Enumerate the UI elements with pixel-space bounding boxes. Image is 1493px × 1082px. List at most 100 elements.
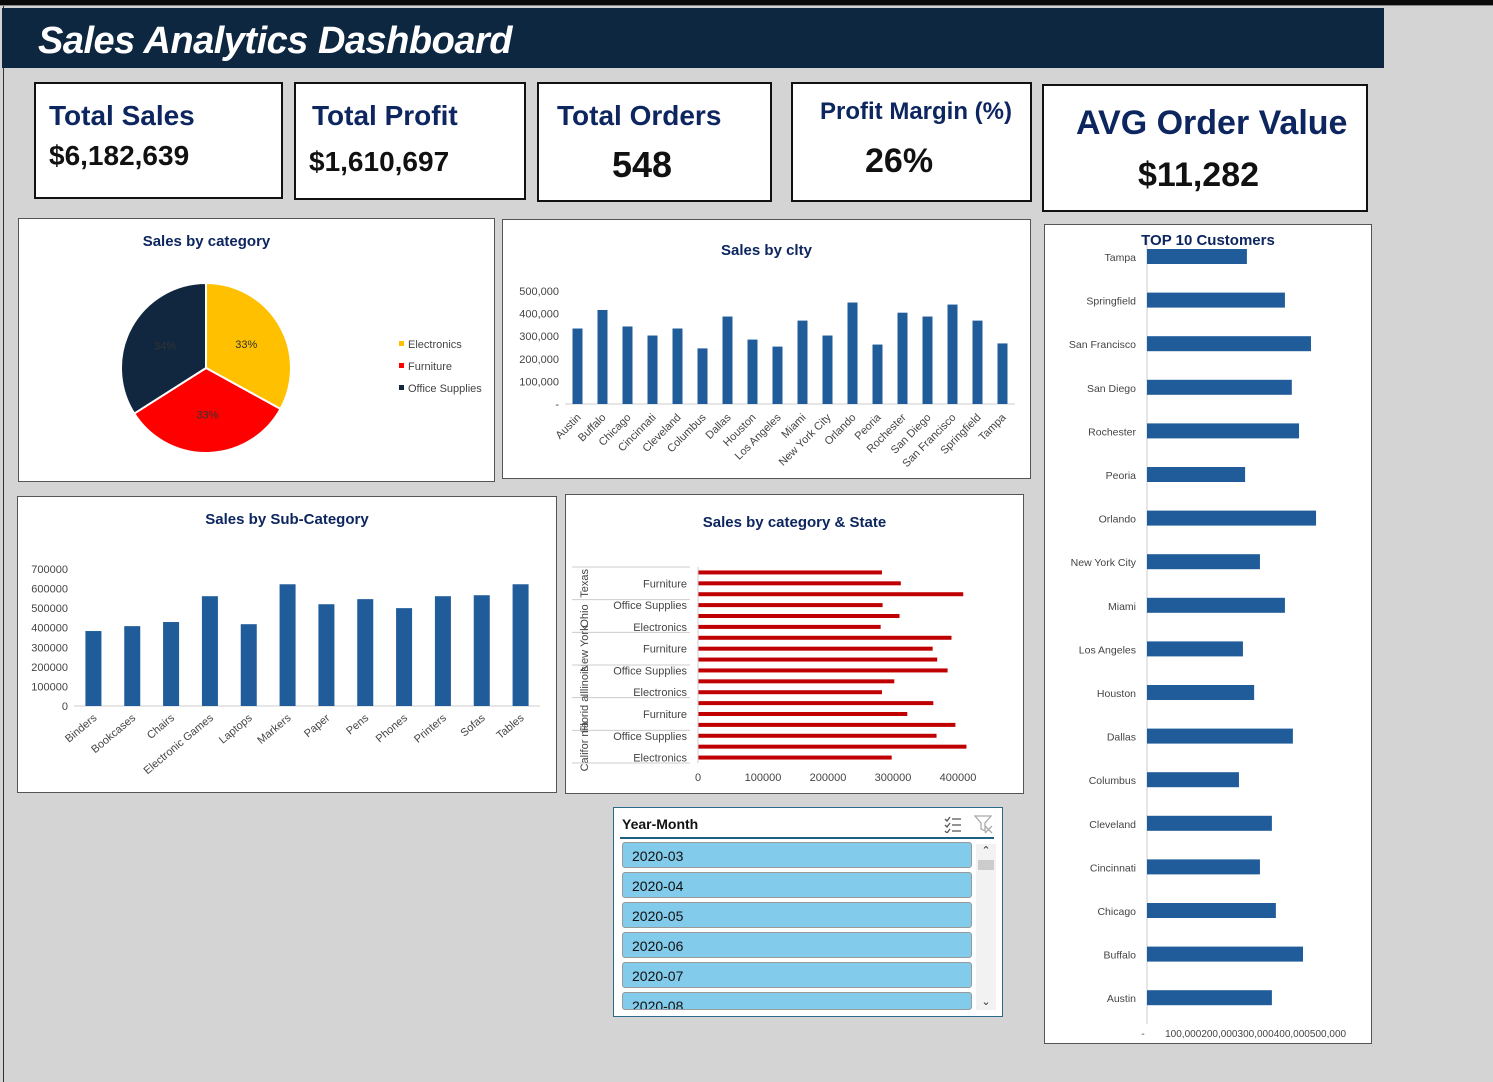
x-tick-label: Paper	[302, 712, 332, 740]
slicer-item[interactable]: 2020-04	[622, 872, 972, 898]
slicer-item[interactable]: 2020-07	[622, 962, 972, 988]
y-tick-label: 700000	[31, 564, 68, 576]
kpi-total-sales[interactable]: Total Sales $6,182,639	[34, 82, 283, 199]
legend-label: Furniture	[408, 361, 452, 373]
bar	[1147, 292, 1285, 308]
bar	[240, 624, 257, 706]
x-tick-label: Phones	[374, 712, 411, 745]
bar	[698, 668, 948, 673]
bar	[672, 328, 683, 404]
category-label: Furniture	[643, 578, 687, 590]
bar	[1147, 815, 1272, 831]
bar	[1147, 772, 1239, 788]
chart-top-10-customers[interactable]: TOP 10 Customers Tampa Springfield San Fra…	[1044, 224, 1372, 1044]
bar	[201, 596, 218, 706]
bar	[772, 346, 783, 404]
scroll-up-icon[interactable]: ⌃	[976, 844, 996, 857]
bar	[698, 592, 964, 597]
bar	[124, 626, 141, 706]
category-label: Tampa	[1104, 252, 1136, 264]
x-tick-label: Printers	[412, 712, 449, 746]
slicer-divider	[620, 837, 994, 839]
x-tick-label: Electronic Games	[142, 712, 217, 777]
bar	[279, 584, 296, 706]
slicer-item[interactable]: 2020-03	[622, 842, 972, 868]
chart-sales-by-category[interactable]: Sales by category 33% 33% 34% Electronics Fu…	[18, 218, 495, 482]
kpi-total-orders[interactable]: Total Orders 548	[537, 82, 772, 202]
kpi-label: Total Sales	[49, 100, 195, 131]
bar	[698, 701, 934, 706]
top-customers-bar-chart: Tampa Springfield San Francisco San Diego Ro…	[1069, 239, 1347, 1040]
state-label: Illinois	[579, 666, 591, 697]
bar	[698, 690, 882, 695]
chart-sales-by-category-state[interactable]: Sales by category & State Furniture Offic…	[565, 494, 1024, 794]
category-label: Furniture	[643, 644, 687, 656]
chart-title: TOP 10 Customers	[1141, 232, 1275, 249]
y-tick-label: 500,000	[519, 286, 559, 298]
category-label: Dallas	[1107, 732, 1136, 744]
bar	[597, 309, 608, 404]
category-label: Los Angeles	[1079, 644, 1136, 656]
kpi-profit-margin[interactable]: Profit Margin (%) 26%	[791, 82, 1032, 202]
clear-filter-icon[interactable]	[974, 814, 994, 834]
bar	[163, 622, 180, 706]
y-tick-label: 200,000	[519, 354, 559, 366]
bar	[572, 328, 583, 404]
data-label: 33%	[235, 339, 257, 351]
bar	[698, 755, 892, 760]
subcategory-bar-chart: 0 100000 200000 300000 400000 500000 600000 700…	[31, 564, 540, 777]
kpi-value: $6,182,639	[49, 140, 190, 171]
category-label: Cleveland	[1089, 819, 1136, 831]
x-tick-label: Sofas	[458, 712, 488, 740]
category-label: Buffalo	[1104, 950, 1137, 962]
chart-sales-by-subcategory[interactable]: Sales by Sub-Category 0 100000 200000 30000…	[17, 496, 557, 793]
kpi-value: $1,610,697	[309, 146, 450, 177]
year-month-slicer[interactable]: Year-Month 2020-03 2020-04 2020-05 2020-…	[613, 807, 1003, 1017]
chart-title: Sales by category & State	[702, 514, 887, 531]
state-label: Califor nia	[579, 721, 591, 771]
bar	[698, 581, 901, 586]
x-tick-label: Tables	[494, 712, 526, 742]
x-tick-label: Markers	[255, 712, 294, 747]
bar	[1147, 423, 1300, 439]
kpi-avg-order-value[interactable]: AVG Order Value $11,282	[1042, 84, 1368, 212]
bar	[698, 624, 881, 629]
category-label: Rochester	[1088, 426, 1136, 438]
scroll-down-icon[interactable]: ⌄	[976, 995, 996, 1008]
legend-label: Electronics	[408, 339, 462, 351]
bar	[698, 733, 937, 738]
x-tick-label: 300,000	[1238, 1029, 1275, 1040]
x-tick-label: Binders	[63, 712, 100, 745]
category-label: Cincinnati	[1090, 862, 1136, 874]
category-label: Furniture	[643, 709, 687, 721]
y-tick-label: 300000	[31, 642, 68, 654]
kpi-total-profit[interactable]: Total Profit $1,610,697	[294, 82, 526, 200]
bar	[647, 335, 658, 404]
x-tick-label: 100000	[745, 772, 782, 784]
bar	[747, 339, 758, 404]
y-tick-label: 500000	[31, 603, 68, 615]
category-label: Chicago	[1097, 906, 1136, 918]
slicer-scrollbar[interactable]: ⌃ ⌄	[976, 844, 996, 1010]
y-tick-label: 600000	[31, 584, 68, 596]
multi-select-icon[interactable]	[944, 815, 962, 833]
bar	[434, 596, 451, 706]
bar	[922, 316, 933, 404]
kpi-value: 548	[612, 144, 673, 185]
bar	[1147, 554, 1260, 570]
page-title: Sales Analytics Dashboard	[38, 20, 512, 62]
bar	[1147, 903, 1276, 918]
slicer-item[interactable]: 2020-08	[622, 992, 972, 1010]
slicer-item[interactable]: 2020-06	[622, 932, 972, 958]
bar	[897, 312, 908, 404]
bar	[797, 320, 808, 404]
y-tick-label: 200000	[31, 662, 68, 674]
scroll-thumb[interactable]	[978, 860, 994, 870]
slicer-title: Year-Month	[622, 816, 699, 832]
category-label: Office Supplies	[613, 665, 687, 677]
chart-sales-by-city[interactable]: Sales by clty - 100,000 200,000 300,000 400,…	[502, 219, 1031, 479]
slicer-item[interactable]: 2020-05	[622, 902, 972, 928]
x-tick-label: 500,000	[1310, 1029, 1347, 1040]
y-tick-label: -	[555, 399, 559, 411]
state-bar-chart: FurnitureOffice SuppliesElectronicsFurni…	[572, 566, 976, 784]
